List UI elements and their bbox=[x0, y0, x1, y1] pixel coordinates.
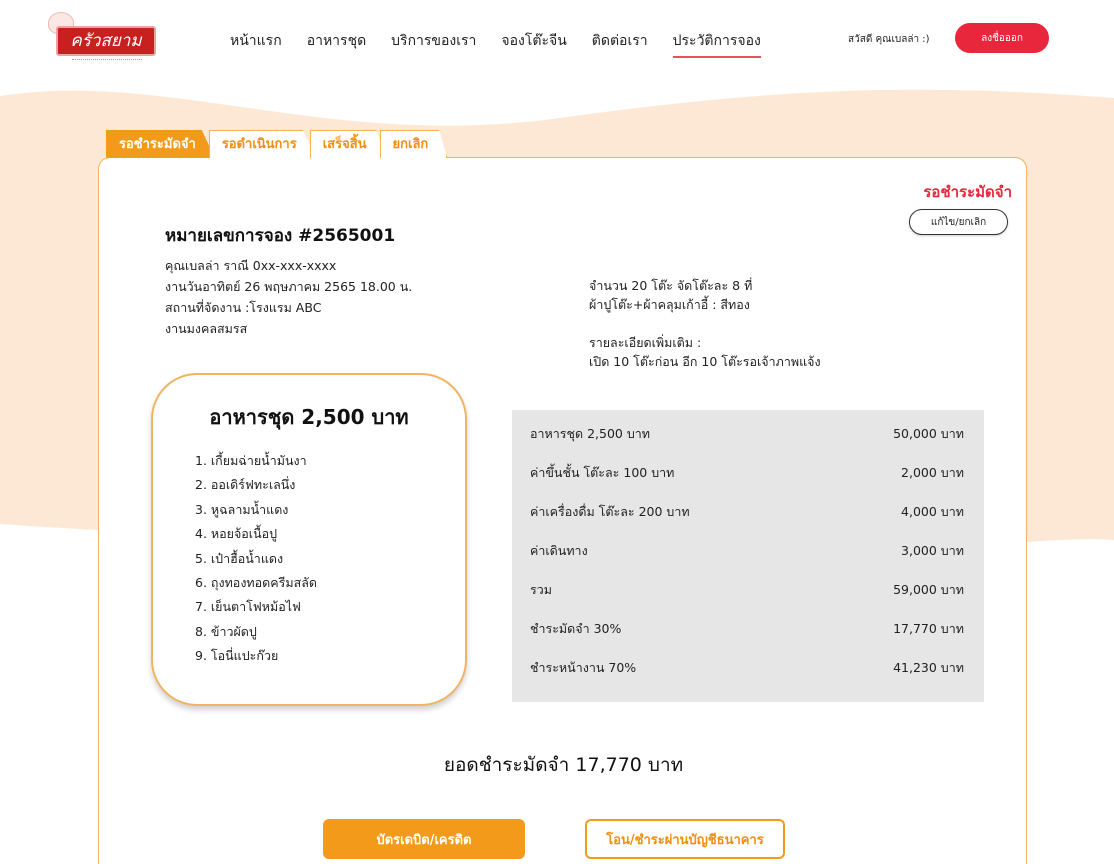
price-value: 59,000 บาท bbox=[893, 582, 964, 597]
tab-completed[interactable]: เสร็จสิ้น bbox=[309, 130, 386, 158]
pay-bank-button[interactable]: โอน/ชำระผ่านบัญชีธนาคาร bbox=[585, 819, 785, 859]
booking-number: หมายเลขการจอง #2565001 bbox=[165, 226, 396, 246]
event-date: งานวันอาทิตย์ 26 พฤษภาคม 2565 18.00 น. bbox=[165, 279, 413, 294]
price-label: อาหารชุด 2,500 บาท bbox=[530, 426, 651, 441]
list-item: 6. ถุงทองทอดครีมสลัด bbox=[195, 575, 318, 591]
logo-text: ครัวสยาม bbox=[56, 26, 156, 56]
event-venue: สถานที่จัดงาน :โรงแรม ABC bbox=[165, 300, 322, 315]
tab-awaiting-deposit[interactable]: รอชำระมัดจำ bbox=[106, 130, 215, 158]
user-greeting: สวัสดี คุณเบลล่า :) bbox=[848, 34, 930, 45]
price-value: 4,000 บาท bbox=[901, 504, 964, 519]
table-row: ชำระมัดจำ 30% 17,770 บาท bbox=[530, 619, 964, 658]
price-value: 50,000 บาท bbox=[893, 426, 964, 441]
cloth-color: ผ้าปูโต๊ะ+ผ้าคลุมเก้าอี้ : สีทอง bbox=[589, 297, 750, 312]
tab-in-progress[interactable]: รอดำเนินการ bbox=[208, 130, 316, 158]
set-menu-list: 1. เกี้ยมฉ่ายน้ำมันงา 2. ออเดิร์ฟทะเลนึ่… bbox=[195, 449, 465, 669]
price-value: 17,770 บาท bbox=[893, 621, 964, 636]
deposit-total: ยอดชำระมัดจำ 17,770 บาท bbox=[443, 754, 684, 776]
price-value: 2,000 บาท bbox=[901, 465, 964, 480]
edit-cancel-button[interactable]: แก้ไข/ยกเลิก bbox=[909, 209, 1008, 235]
list-item: 4. หอยจ้อเนื้อปู bbox=[195, 526, 278, 542]
set-menu-title: อาหารชุด 2,500 บาท bbox=[209, 405, 409, 429]
nav-item-home[interactable]: หน้าแรก bbox=[230, 30, 282, 58]
price-label: ค่าขึ้นชั้น โต๊ะละ 100 บาท bbox=[530, 465, 675, 480]
logo[interactable]: ครัวสยาม bbox=[42, 12, 172, 68]
nav-item-contact[interactable]: ติดต่อเรา bbox=[592, 30, 648, 58]
event-type: งานมงคลสมรส bbox=[165, 321, 248, 336]
nav-item-booking-history[interactable]: ประวัติการจอง bbox=[672, 30, 761, 58]
list-item: 7. เย็นตาโฟหม้อไฟ bbox=[195, 599, 301, 615]
more-details-label: รายละเอียดเพิ่มเติม : bbox=[589, 335, 702, 350]
list-item: 5. เป๋าฮื้อน้ำแดง bbox=[195, 550, 284, 566]
table-row: รวม 59,000 บาท bbox=[530, 580, 964, 619]
table-row: อาหารชุด 2,500 บาท 50,000 บาท bbox=[530, 424, 964, 463]
booking-card: รอชำระมัดจำ แก้ไข/ยกเลิก หมายเลขการจอง #… bbox=[98, 157, 1027, 864]
customer-info: คุณเบลล่า ราณี 0xx-xxx-xxxx bbox=[165, 258, 337, 273]
nav-item-book-table[interactable]: จองโต๊ะจีน bbox=[501, 30, 566, 58]
price-label: รวม bbox=[530, 582, 552, 597]
price-label: ชำระหน้างาน 70% bbox=[530, 660, 637, 675]
navbar: ครัวสยาม หน้าแรก อาหารชุด บริการของเรา จ… bbox=[0, 0, 1114, 80]
main-menu: หน้าแรก อาหารชุด บริการของเรา จองโต๊ะจีน… bbox=[230, 30, 786, 58]
booking-details: จำนวน 20 โต๊ะ จัดโต๊ะละ 8 ที่ ผ้าปูโต๊ะ+… bbox=[589, 276, 821, 371]
price-label: ค่าเครื่องดื่ม โต๊ะละ 200 บาท bbox=[530, 504, 690, 519]
price-label: ชำระมัดจำ 30% bbox=[530, 621, 622, 636]
table-row: ค่าเดินทาง 3,000 บาท bbox=[530, 541, 964, 580]
nav-item-services[interactable]: บริการของเรา bbox=[391, 30, 476, 58]
pay-card-button[interactable]: บัตรเดบิต/เครดิต bbox=[323, 819, 525, 859]
list-item: 3. หูฉลามน้ำแดง bbox=[195, 501, 289, 517]
table-row: ค่าขึ้นชั้น โต๊ะละ 100 บาท 2,000 บาท bbox=[530, 463, 964, 502]
list-item: 2. ออเดิร์ฟทะเลนึ่ง bbox=[195, 477, 296, 493]
table-row: ชำระหน้างาน 70% 41,230 บาท bbox=[530, 658, 964, 697]
booking-info: หมายเลขการจอง #2565001 คุณเบลล่า ราณี 0x… bbox=[165, 222, 412, 339]
nav-item-set-menu[interactable]: อาหารชุด bbox=[307, 30, 366, 58]
table-count: จำนวน 20 โต๊ะ จัดโต๊ะละ 8 ที่ bbox=[589, 278, 753, 293]
logo-underline bbox=[72, 59, 142, 63]
more-details-text: เปิด 10 โต๊ะก่อน อีก 10 โต๊ะรอเจ้าภาพแจ้… bbox=[589, 354, 821, 369]
tab-cancelled[interactable]: ยกเลิก bbox=[379, 130, 448, 158]
set-menu-box: อาหารชุด 2,500 บาท 1. เกี้ยมฉ่ายน้ำมันงา… bbox=[151, 373, 467, 706]
list-item: 1. เกี้ยมฉ่ายน้ำมันงา bbox=[195, 453, 307, 468]
price-table: อาหารชุด 2,500 บาท 50,000 บาท ค่าขึ้นชั้… bbox=[512, 410, 984, 702]
price-value: 3,000 บาท bbox=[901, 543, 964, 558]
list-item: 8. ข้าวผัดปู bbox=[195, 623, 257, 639]
booking-status: รอชำระมัดจำ bbox=[923, 183, 1012, 201]
logout-button[interactable]: ลงชื่อออก bbox=[955, 23, 1049, 53]
price-label: ค่าเดินทาง bbox=[530, 543, 588, 558]
table-row: ค่าเครื่องดื่ม โต๊ะละ 200 บาท 4,000 บาท bbox=[530, 502, 964, 541]
status-tabs: รอชำระมัดจำ รอดำเนินการ เสร็จสิ้น ยกเลิก bbox=[106, 130, 448, 160]
price-value: 41,230 บาท bbox=[893, 660, 964, 675]
list-item: 9. โอนี่แปะก๊วย bbox=[195, 648, 279, 664]
